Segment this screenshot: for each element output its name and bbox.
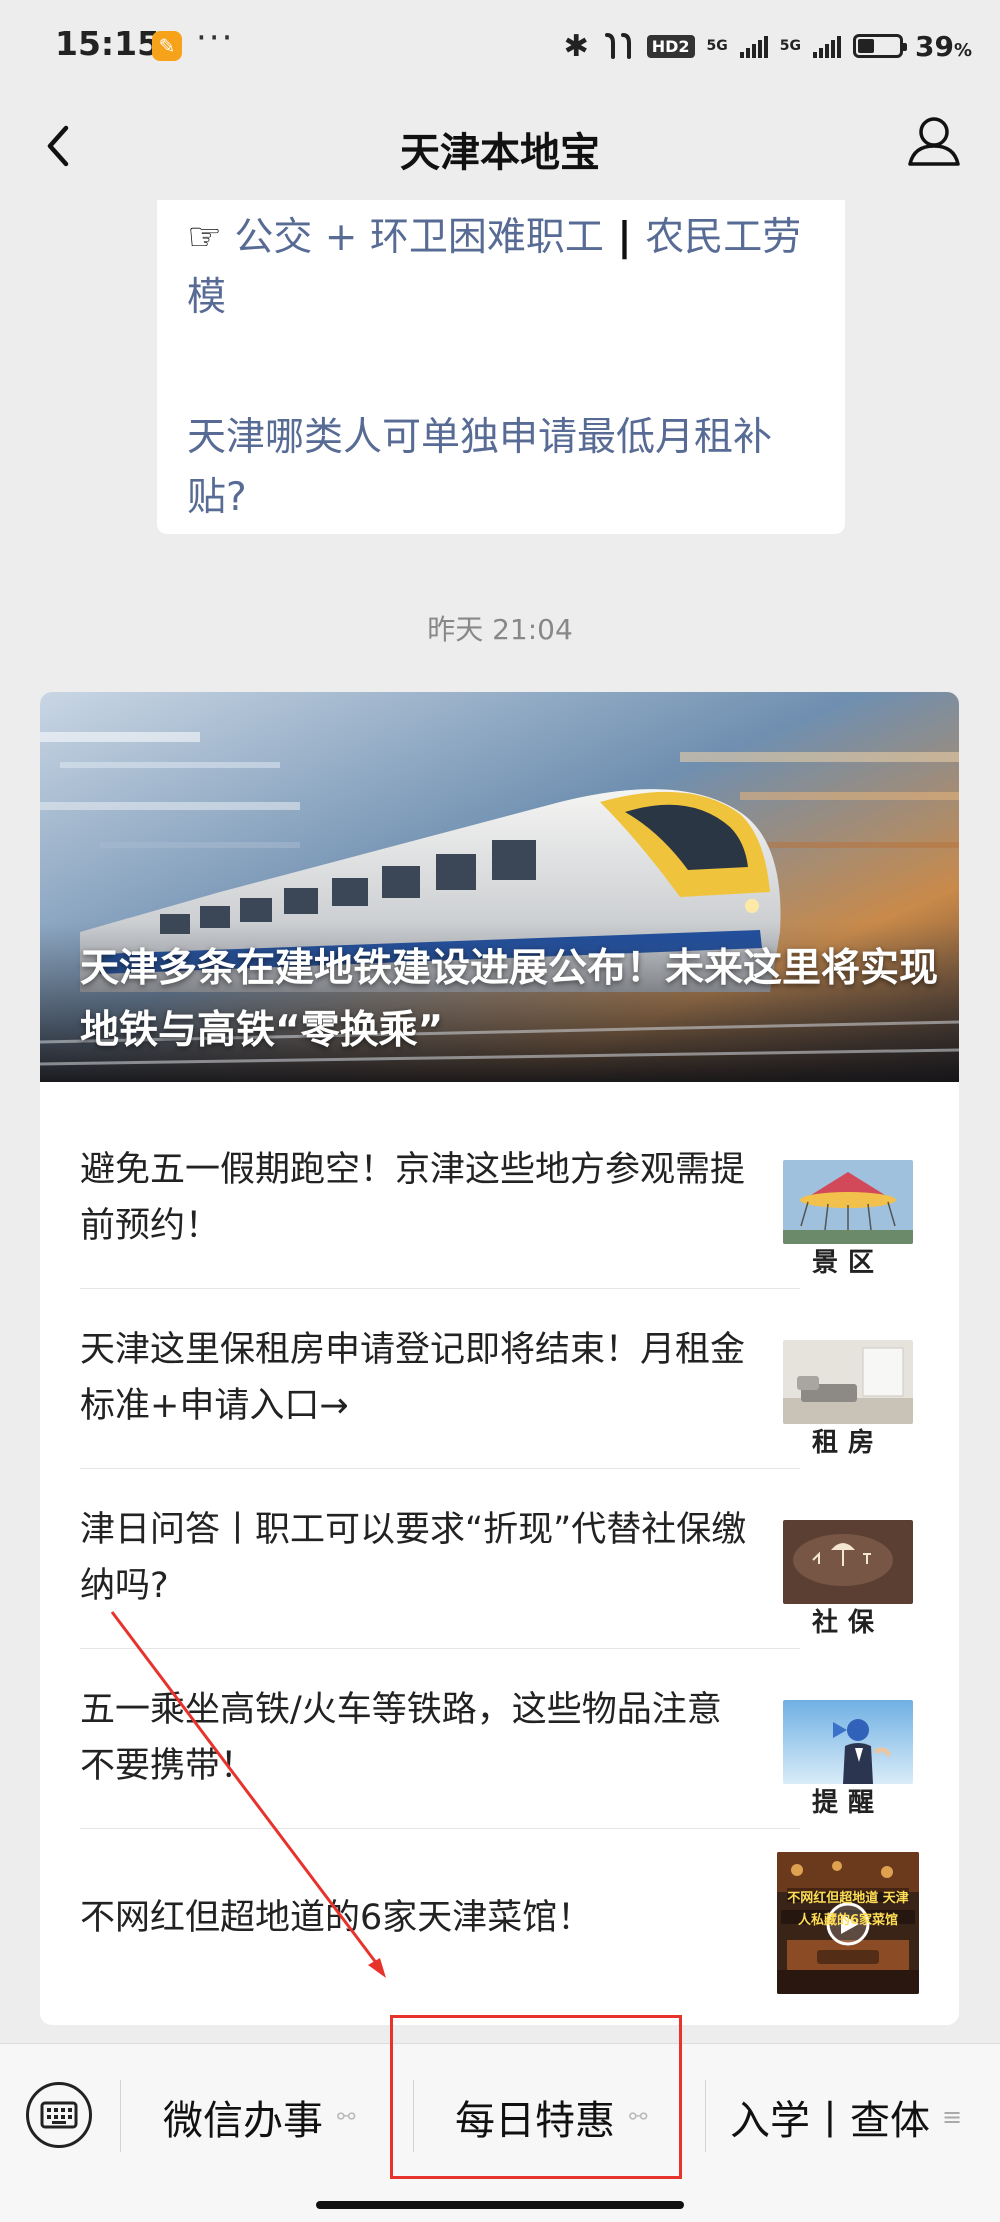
thumbnail-caption: 租房: [811, 1428, 884, 1458]
article-thumbnail: 社保: [783, 1468, 919, 1648]
previous-message-card: ☞ 公交 + 环卫困难职工 | 农民工劳模 天津哪类人可单独申请最低月租补贴?: [157, 200, 845, 534]
cover-article[interactable]: 天津多条在建地铁建设进展公布！未来这里将实现地铁与高铁“零换乘”: [40, 692, 959, 1082]
notification-app-icon: ✎: [152, 31, 182, 61]
article-item-rental-housing[interactable]: 天津这里保租房申请登记即将结束！月租金标准+申请入口→ 租房: [80, 1288, 919, 1468]
article-title: 天津这里保租房申请登记即将结束！月租金标准+申请入口→: [80, 1330, 746, 1426]
thumbnail-caption: 景区: [811, 1248, 884, 1278]
menu-lines-icon: ≡: [942, 2103, 963, 2131]
more-notifications-icon: ···: [196, 18, 235, 58]
menu-wechat-services[interactable]: 微信办事 ⚯: [163, 2082, 355, 2152]
thumbnail-caption: 提醒: [811, 1788, 884, 1818]
link-separator: |: [603, 215, 646, 260]
article-thumbnail: 提醒: [783, 1648, 919, 1828]
hd-voice-badge: HD2: [646, 34, 695, 58]
apartment-room-image: [783, 1340, 913, 1424]
article-thumbnail: 租房: [783, 1288, 919, 1468]
link-icon: ⚯: [337, 2104, 356, 2130]
menu-divider: [120, 2080, 121, 2152]
article-item-scenic-spots[interactable]: 避免五一假期跑空！京津这些地方参观需提前预约！ 景区: [80, 1108, 919, 1288]
annotation-highlight-box: [390, 2015, 682, 2179]
status-bar: 15:15 ✎ ··· ✱ HD2 5G 5G 39%: [0, 0, 1000, 90]
pointing-hand-icon: ☞: [187, 215, 222, 260]
keyboard-icon[interactable]: [26, 2082, 92, 2148]
article-item-social-security[interactable]: 津日问答丨职工可以要求“折现”代替社保缴纳吗? 社保: [80, 1468, 919, 1648]
restaurant-video-thumbnail: 不网红但超地道 天津人私藏的6家菜馆: [777, 1852, 919, 1994]
thumbnail-caption: 社保: [811, 1608, 884, 1638]
article-title: 五一乘坐高铁/火车等铁路，这些物品注意不要携带！: [80, 1690, 722, 1786]
bluetooth-icon: ✱: [563, 28, 589, 64]
article-item-railway-reminder[interactable]: 五一乘坐高铁/火车等铁路，这些物品注意不要携带！ 提醒: [80, 1648, 919, 1828]
sim1-network-label: 5G: [706, 38, 728, 54]
sim1-signal-icon: [739, 34, 768, 58]
message-timestamp: 昨天 21:04: [427, 613, 573, 646]
link-rent-subsidy[interactable]: 天津哪类人可单独申请最低月租补贴?: [187, 408, 827, 528]
menu-divider: [705, 2080, 706, 2152]
sim2-signal-icon: [812, 34, 841, 58]
sim2-network-label: 5G: [779, 38, 801, 54]
article-feed-card: 天津多条在建地铁建设进展公布！未来这里将实现地铁与高铁“零换乘” 避免五一假期跑…: [40, 692, 959, 2025]
article-title: 津日问答丨职工可以要求“折现”代替社保缴纳吗?: [80, 1510, 747, 1606]
megaphone-man-image: [783, 1700, 913, 1784]
user-icon[interactable]: [906, 112, 962, 172]
carousel-ride-image: [783, 1160, 913, 1244]
earbuds-icon: [604, 33, 631, 59]
article-thumbnail: 景区: [783, 1108, 919, 1288]
prev-message-links: ☞ 公交 + 环卫困难职工 | 农民工劳模: [187, 208, 827, 328]
cover-article-title: 天津多条在建地铁建设进展公布！未来这里将实现地铁与高铁“零换乘”: [80, 946, 939, 1053]
battery-icon: [852, 34, 907, 58]
battery-percent: 39%: [914, 29, 972, 63]
link-bus-sanitation-workers[interactable]: 公交 + 环卫困难职工: [234, 215, 603, 260]
umbrella-sign-image: [783, 1520, 913, 1604]
article-title: 避免五一假期跑空！京津这些地方参观需提前预约！: [80, 1150, 746, 1246]
article-title: 不网红但超地道的6家天津菜馆！: [80, 1898, 593, 1938]
page-title: 天津本地宝: [400, 130, 600, 176]
article-item-tianjin-restaurants[interactable]: 不网红但超地道的6家天津菜馆！ 不网红但超地道 天津人私藏的6家菜馆: [80, 1828, 919, 2008]
status-time: 15:15: [55, 24, 161, 63]
menu-school-physical-exam[interactable]: 入学丨查体 ≡: [730, 2082, 962, 2152]
status-indicators: ✱ HD2 5G 5G 39%: [564, 28, 972, 64]
thumbnail-overlay-text: 不网红但超地道 天津人私藏的6家菜馆: [787, 1891, 909, 1928]
battery-level: [857, 39, 874, 53]
title-bar: 天津本地宝: [0, 90, 1000, 200]
home-indicator[interactable]: [316, 2201, 684, 2209]
